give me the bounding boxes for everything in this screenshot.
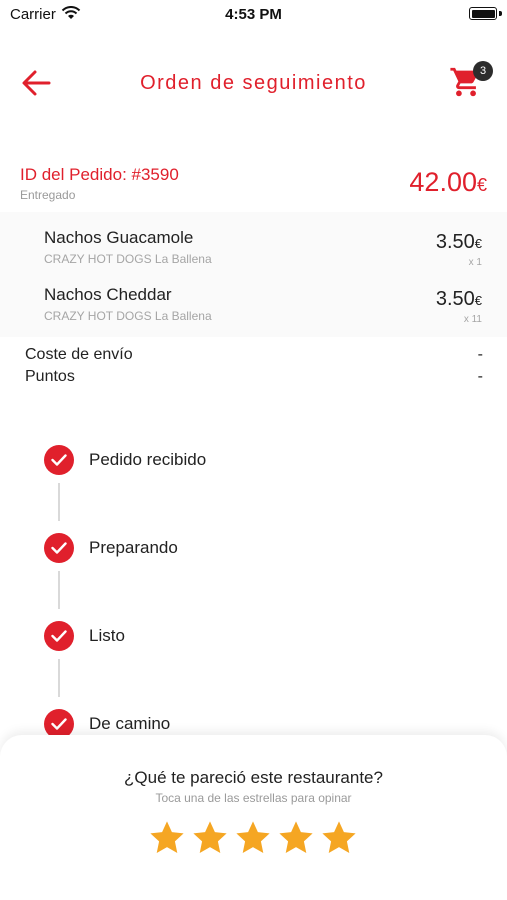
item-name: Nachos Guacamole [44, 228, 194, 247]
item-price: 3.50€ [436, 231, 482, 254]
fee-value: - [477, 368, 483, 385]
star-icon[interactable] [320, 819, 358, 857]
star-icon[interactable] [148, 819, 186, 857]
item-price-amount: 3.50 [435, 231, 475, 253]
order-total: 42.00€ [409, 167, 487, 198]
item-price-amount: 3.50 [435, 288, 475, 310]
item-quantity: x 11 [463, 314, 482, 325]
item-name: Nachos Cheddar [44, 285, 172, 304]
timeline-step: Preparando [44, 531, 464, 563]
order-total-amount: 42.00 [409, 167, 477, 197]
fee-row-points: Puntos - [25, 368, 483, 390]
status-time: 4:53 PM [225, 6, 282, 23]
item-restaurant: CRAZY HOT DOGS La Ballena [44, 252, 212, 266]
timeline-step-label: Listo [89, 626, 125, 645]
item-quantity: x 1 [468, 257, 482, 268]
timeline-step-label: Pedido recibido [89, 450, 207, 469]
order-fees: Coste de envío - Puntos - [25, 346, 483, 390]
fee-label: Coste de envío [25, 346, 133, 363]
rating-panel: ¿Qué te pareció este restaurante? Toca u… [0, 735, 507, 900]
star-icon[interactable] [277, 819, 315, 857]
timeline-step: Pedido recibido [44, 443, 464, 475]
item-price: 3.50€ [436, 288, 482, 311]
timeline-step-label: De camino [89, 714, 171, 733]
timeline-connector [58, 659, 60, 697]
status-bar: Carrier 4:53 PM [0, 0, 507, 28]
timeline-step-label: Preparando [89, 538, 178, 557]
timeline-step: Listo [44, 619, 464, 651]
list-item: Nachos Guacamole CRAZY HOT DOGS La Balle… [44, 228, 484, 278]
battery-tip [499, 11, 502, 16]
cart-count-badge: 3 [473, 61, 493, 81]
order-header: ID del Pedido: #3590 Entregado 42.00€ [20, 165, 487, 202]
timeline-connector [58, 571, 60, 609]
check-icon [44, 621, 74, 651]
item-price-currency: € [474, 293, 482, 308]
order-total-currency: € [476, 175, 487, 195]
star-rating [148, 819, 360, 859]
fee-row-shipping: Coste de envío - [25, 346, 483, 368]
star-icon[interactable] [191, 819, 229, 857]
battery-icon [469, 7, 497, 20]
check-icon [44, 533, 74, 563]
fee-label: Puntos [25, 368, 75, 385]
list-item: Nachos Cheddar CRAZY HOT DOGS La Ballena… [44, 285, 484, 335]
order-items-list: Nachos Guacamole CRAZY HOT DOGS La Balle… [0, 212, 507, 337]
navigation-bar: Orden de seguimiento 3 [0, 55, 507, 113]
check-icon [44, 445, 74, 475]
rating-question: ¿Qué te pareció este restaurante? [124, 768, 383, 787]
fee-value: - [477, 346, 483, 363]
item-restaurant: CRAZY HOT DOGS La Ballena [44, 309, 212, 323]
item-price-currency: € [474, 236, 482, 251]
rating-hint: Toca una de las estrellas para opinar [155, 791, 352, 805]
cart-button[interactable]: 3 [449, 61, 493, 101]
timeline-connector [58, 483, 60, 521]
star-icon[interactable] [234, 819, 272, 857]
page-title: Orden de seguimiento [140, 72, 367, 94]
